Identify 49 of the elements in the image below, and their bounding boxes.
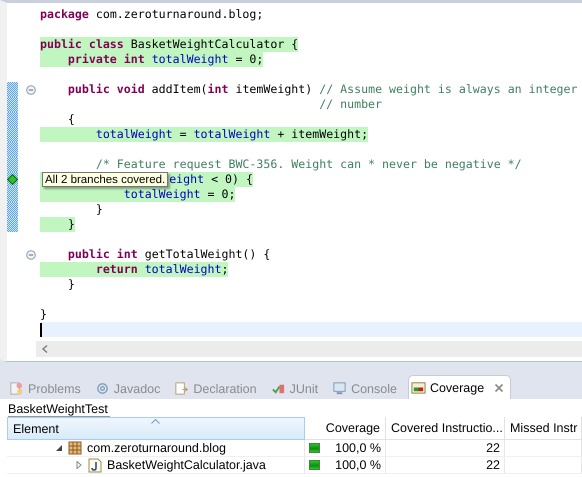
range-indicator [7,112,18,127]
code-line: { [66,112,75,127]
coverage-cell: 100,0 % [305,457,386,474]
range-indicator [7,217,18,232]
column-header[interactable]: Coverage [305,417,386,440]
warning-list-icon [9,381,24,396]
document-arrow-icon [174,381,190,396]
monitor-icon [332,381,348,396]
coverage-bar [309,460,320,470]
coverage-cell: 100,0 % [305,440,386,457]
column-header[interactable]: Missed Instr [505,417,582,440]
range-indicator [7,187,18,202]
coverage-chart-icon [410,380,426,395]
coverage-bar [309,443,320,453]
code-line: public int getTotalWeight() { [66,247,270,262]
range-indicator [7,127,18,142]
code-line: public void addItem(int itemWeight) // Assume weight is always an integer [66,82,578,97]
collapsed-arrow-icon[interactable] [75,461,83,469]
column-header[interactable]: Element [7,417,305,440]
code-line: } [40,307,47,322]
column-header[interactable]: Covered Instructio... [386,417,505,440]
range-indicator [7,142,18,157]
range-indicator [7,202,18,217]
range-indicator [7,97,18,112]
range-indicator [7,157,18,172]
java-file-icon [88,458,102,472]
tree-item[interactable]: BasketWeightCalculator.java [7,457,305,474]
tooltip: All 2 branches covered. [42,172,168,187]
code-line: } [66,277,75,292]
code-editor[interactable] [0,0,582,362]
sort-caret-icon [151,419,160,424]
table-cell: 22 [386,440,505,457]
package-icon [68,441,82,455]
scroll-left-icon[interactable] [42,345,48,353]
horizontal-scrollbar[interactable] [36,341,582,357]
at-sign-icon [94,381,110,396]
text-cursor [40,322,42,336]
range-indicator [7,82,18,97]
collapse-icon[interactable] [26,84,36,94]
view-tab[interactable]: Coverage [408,375,512,399]
code-line: package com.zeroturnaround.blog; [40,7,264,22]
code-line: /* Feature request BWC-356. Weight can * never be negative */ [94,157,522,172]
tree-item[interactable]: com.zeroturnaround.blog [7,440,305,457]
expanded-arrow-icon[interactable] [55,444,63,452]
close-icon[interactable] [494,382,504,392]
code-line: } [94,202,103,217]
code-line: // number [318,97,382,112]
collapse-icon[interactable] [26,250,36,260]
table-cell: 22 [386,457,505,474]
